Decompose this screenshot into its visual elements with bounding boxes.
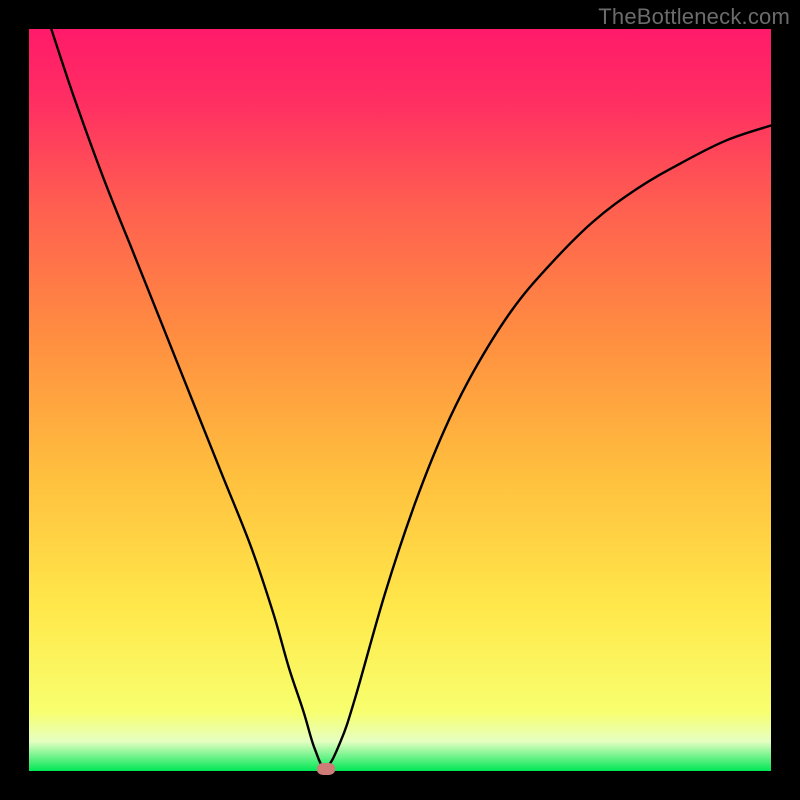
curve-svg [29, 29, 771, 771]
watermark-text: TheBottleneck.com [598, 4, 790, 30]
bottleneck-curve [51, 29, 771, 767]
chart-frame: TheBottleneck.com [0, 0, 800, 800]
minimum-marker [317, 763, 335, 775]
plot-area [29, 29, 771, 771]
